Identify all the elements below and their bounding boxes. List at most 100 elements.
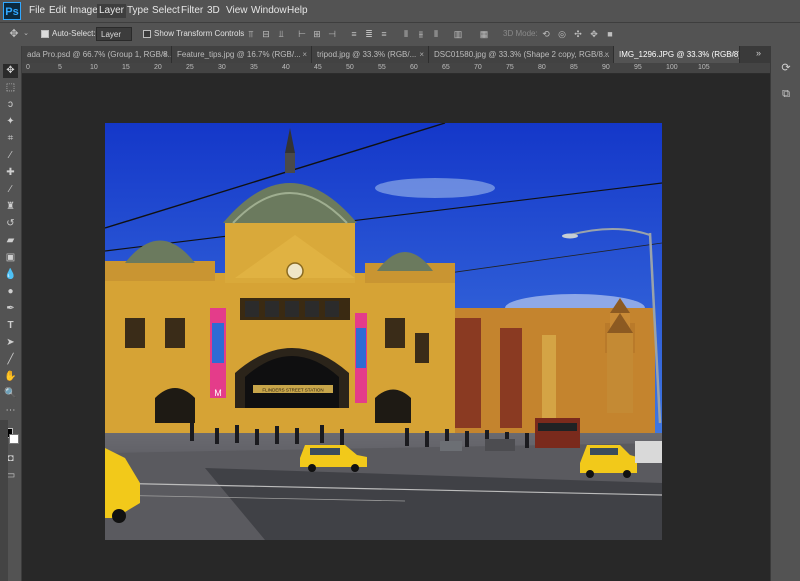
distribute-hcenter-icon[interactable]: ⫵ xyxy=(415,28,427,40)
magic-wand-tool-icon[interactable]: ✦ xyxy=(3,115,18,129)
flinders-street-station-photo: FLINDERS STREET STATION M xyxy=(105,123,662,540)
zoom-tool-icon[interactable]: 🔍 xyxy=(3,387,18,401)
gradient-tool-icon[interactable]: ▣ xyxy=(3,251,18,265)
3d-scale-icon[interactable]: ■ xyxy=(604,28,616,40)
ruler-mark: 25 xyxy=(186,64,194,71)
distribute-bottom-icon[interactable]: ≡ xyxy=(378,28,390,40)
doc-tab-4[interactable]: DSC01580.jpg @ 33.3% (Shape 2 copy, RGB/… xyxy=(429,46,614,63)
properties-panel-icon[interactable]: ⧉ xyxy=(778,86,794,102)
ruler-mark: 30 xyxy=(218,64,226,71)
blur-tool-icon[interactable]: 💧 xyxy=(3,268,18,282)
menu-layer[interactable]: Layer xyxy=(97,4,127,18)
close-icon[interactable]: × xyxy=(162,46,167,63)
distribute-top-icon[interactable]: ≡ xyxy=(348,28,360,40)
ruler-mark: 55 xyxy=(378,64,386,71)
eraser-tool-icon[interactable]: ▰ xyxy=(3,234,18,248)
close-icon[interactable]: × xyxy=(730,46,735,63)
3d-rotate-icon[interactable]: ⟲ xyxy=(540,28,552,40)
doc-tab-label: ada Pro.psd @ 66.7% (Group 1, RGB/8... xyxy=(27,50,172,59)
ruler-mark: 80 xyxy=(538,64,546,71)
menu-help[interactable]: Help xyxy=(285,4,310,18)
menu-3d[interactable]: 3D xyxy=(205,4,222,18)
background-color-swatch[interactable] xyxy=(9,434,19,444)
move-tool-icon[interactable]: ✥ xyxy=(8,28,20,40)
document-tab-bar: ada Pro.psd @ 66.7% (Group 1, RGB/8... × … xyxy=(22,46,770,63)
align-vcenter-icon[interactable]: ⊟ xyxy=(260,28,272,40)
align-top-icon[interactable]: ⫪ xyxy=(245,28,257,40)
ruler-mark: 65 xyxy=(442,64,450,71)
doc-tab-2[interactable]: Feature_tips.jpg @ 16.7% (RGB/... × xyxy=(172,46,312,63)
ruler-mark: 5 xyxy=(58,64,62,71)
menu-select[interactable]: Select xyxy=(150,4,182,18)
doc-tab-label: Feature_tips.jpg @ 16.7% (RGB/... xyxy=(177,50,301,59)
close-icon[interactable]: × xyxy=(419,46,424,63)
align-bottom-icon[interactable]: ⫫ xyxy=(275,28,287,40)
lasso-tool-icon[interactable]: ↄ xyxy=(3,98,18,112)
vertical-ruler xyxy=(0,420,8,581)
menu-filter[interactable]: Filter xyxy=(179,4,205,18)
auto-select-label: Auto-Select: xyxy=(52,29,96,38)
pen-tool-icon[interactable]: ✒ xyxy=(3,302,18,316)
photoshop-logo: Ps xyxy=(3,2,21,20)
crop-tool-icon[interactable]: ⌗ xyxy=(3,132,18,146)
distribute-vcenter-icon[interactable]: ≣ xyxy=(363,28,375,40)
ruler-mark: 15 xyxy=(122,64,130,71)
dodge-tool-icon[interactable]: ● xyxy=(3,285,18,299)
distribute-left-icon[interactable]: ⫴ xyxy=(400,28,412,40)
banner-letter: M xyxy=(214,388,222,398)
move-tool-icon[interactable]: ✥ xyxy=(3,64,18,78)
ruler-mark: 40 xyxy=(282,64,290,71)
doc-tab-active[interactable]: IMG_1296.JPG @ 33.3% (RGB/8) × xyxy=(614,46,740,63)
doc-tab-1[interactable]: ada Pro.psd @ 66.7% (Group 1, RGB/8... × xyxy=(22,46,172,63)
auto-align-icon[interactable]: ▥ xyxy=(452,28,464,40)
distribute-right-icon[interactable]: ⫴ xyxy=(430,28,442,40)
auto-select-dropdown[interactable]: Layer xyxy=(96,27,132,41)
menu-window[interactable]: Window xyxy=(249,4,289,18)
ruler-mark: 70 xyxy=(474,64,482,71)
align-layers-icon[interactable]: ▦ xyxy=(478,28,490,40)
show-transform-checkbox[interactable] xyxy=(143,30,151,38)
type-tool-icon[interactable]: T xyxy=(3,319,18,333)
eyedropper-tool-icon[interactable]: ⁄ xyxy=(3,149,18,163)
align-right-icon[interactable]: ⊣ xyxy=(326,28,338,40)
menu-edit[interactable]: Edit xyxy=(47,4,68,18)
3d-roll-icon[interactable]: ◎ xyxy=(556,28,568,40)
auto-select-checkbox[interactable] xyxy=(41,30,49,38)
more-tools-icon[interactable]: ⋯ xyxy=(3,404,18,418)
path-selection-tool-icon[interactable]: ➤ xyxy=(3,336,18,350)
tool-preset-chevron-icon[interactable]: ⌄ xyxy=(20,28,32,40)
collapsed-panels-strip: ⟳ ⧉ xyxy=(770,46,800,581)
align-hcenter-icon[interactable]: ⊞ xyxy=(311,28,323,40)
ruler-mark: 75 xyxy=(506,64,514,71)
history-brush-tool-icon[interactable]: ↺ xyxy=(3,217,18,231)
marquee-tool-icon[interactable]: ⬚ xyxy=(3,81,18,95)
ruler-mark: 95 xyxy=(634,64,642,71)
auto-select-value: Layer xyxy=(101,30,122,39)
menu-view[interactable]: View xyxy=(224,4,250,18)
menu-type[interactable]: Type xyxy=(125,4,151,18)
hand-tool-icon[interactable]: ✋ xyxy=(3,370,18,384)
ruler-mark: 10 xyxy=(90,64,98,71)
brush-tool-icon[interactable]: ∕ xyxy=(3,183,18,197)
ruler-mark: 105 xyxy=(698,64,710,71)
menu-image[interactable]: Image xyxy=(68,4,100,18)
show-transform-label: Show Transform Controls xyxy=(154,29,245,38)
ruler-mark: 0 xyxy=(26,64,30,71)
ruler-mark: 60 xyxy=(410,64,418,71)
document-image[interactable]: FLINDERS STREET STATION M xyxy=(105,123,662,540)
doc-tab-label: IMG_1296.JPG @ 33.3% (RGB/8) xyxy=(619,50,740,59)
station-sign-text: FLINDERS STREET STATION xyxy=(262,388,323,393)
tab-overflow-icon[interactable]: » xyxy=(756,48,761,58)
clone-stamp-tool-icon[interactable]: ♜ xyxy=(3,200,18,214)
close-icon[interactable]: × xyxy=(302,46,307,63)
3d-pan-icon[interactable]: ✣ xyxy=(572,28,584,40)
close-icon[interactable]: × xyxy=(604,46,609,63)
line-tool-icon[interactable]: ╱ xyxy=(3,353,18,367)
healing-brush-tool-icon[interactable]: ✚ xyxy=(3,166,18,180)
history-panel-icon[interactable]: ⟳ xyxy=(778,60,794,76)
ruler-mark: 45 xyxy=(314,64,322,71)
align-left-icon[interactable]: ⊢ xyxy=(296,28,308,40)
3d-slide-icon[interactable]: ✥ xyxy=(588,28,600,40)
doc-tab-3[interactable]: tripod.jpg @ 33.3% (RGB/... × xyxy=(312,46,429,63)
menu-file[interactable]: File xyxy=(27,4,47,18)
